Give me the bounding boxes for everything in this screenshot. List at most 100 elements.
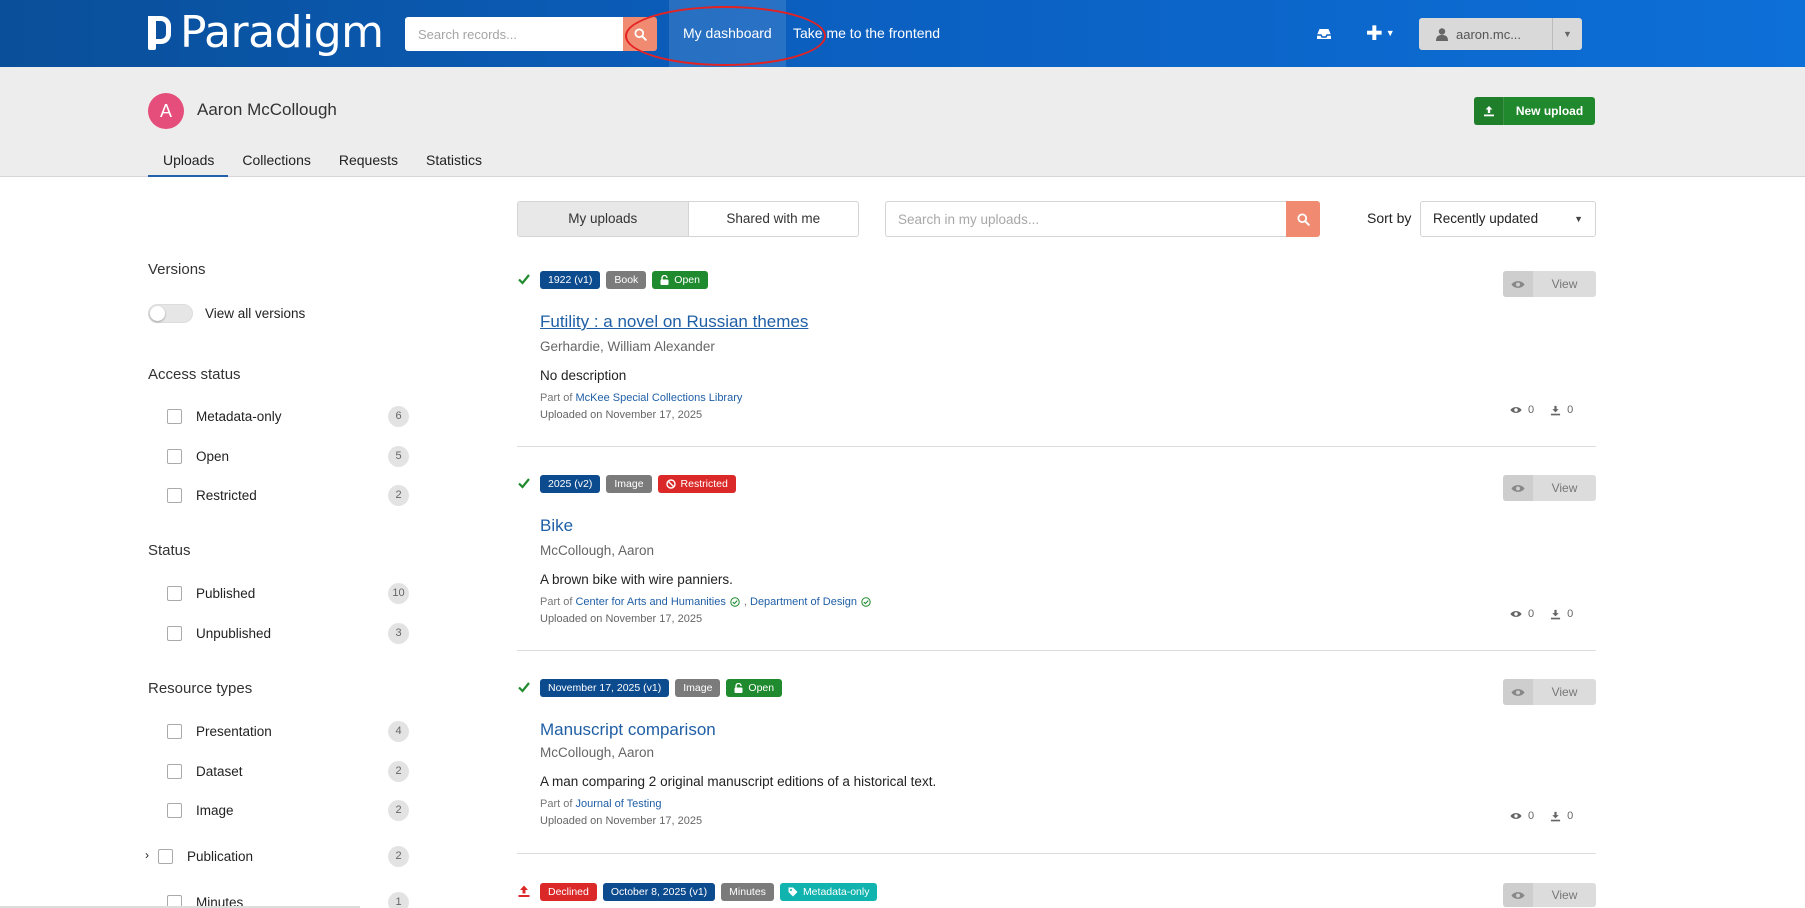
new-upload-button[interactable]: New upload	[1474, 97, 1595, 125]
view-button[interactable]: View	[1503, 475, 1596, 501]
facet-count: 5	[388, 445, 409, 467]
plus-icon: ✚	[1366, 22, 1383, 45]
eye-icon	[1510, 813, 1522, 819]
create-menu-button[interactable]: ✚ ▼	[1366, 20, 1395, 46]
access-label-text: Restricted	[680, 478, 728, 490]
nav-my-dashboard[interactable]: My dashboard	[669, 0, 786, 67]
resource-types-title: Resource types	[148, 680, 253, 697]
community-link[interactable]: McKee Special Collections Library	[575, 392, 742, 404]
checkbox[interactable]	[167, 408, 182, 424]
resource-type-label: Minutes	[721, 883, 774, 901]
chevron-right-icon[interactable]: ›	[145, 848, 149, 862]
brand-name: Paradigm	[180, 7, 384, 58]
facet-type-dataset[interactable]: Dataset 2	[167, 760, 409, 782]
download-icon	[1551, 405, 1561, 415]
eye-icon	[1510, 611, 1522, 617]
inbox-button[interactable]	[1312, 22, 1336, 46]
record-labels: November 17, 2025 (v1) Image Open	[540, 679, 783, 697]
checkbox[interactable]	[167, 487, 182, 503]
search-icon	[633, 27, 647, 41]
status-title: Status	[148, 542, 191, 559]
unlock-icon	[660, 275, 669, 285]
tab-requests[interactable]: Requests	[325, 149, 412, 177]
checkbox[interactable]	[167, 585, 182, 601]
checkmark-icon	[518, 478, 530, 489]
my-uploads-button[interactable]: My uploads	[518, 202, 689, 236]
view-count: 0	[1528, 810, 1535, 822]
checkbox[interactable]	[167, 448, 182, 464]
global-search-button[interactable]	[623, 17, 657, 51]
view-all-versions-toggle[interactable]	[148, 304, 193, 323]
part-of-prefix: Part of	[540, 392, 573, 404]
record-labels: Declined October 8, 2025 (v1) Minutes Me…	[540, 883, 878, 901]
facet-access-open[interactable]: Open 5	[167, 445, 409, 467]
uploads-search-input[interactable]	[885, 201, 1286, 237]
record-title[interactable]: Futility : a novel on Russian themes	[540, 312, 808, 332]
download-count: 0	[1567, 608, 1574, 620]
community-link[interactable]: Center for Arts and Humanities	[575, 596, 725, 608]
facet-status-published[interactable]: Published 10	[167, 582, 409, 604]
facet-type-publication[interactable]: Publication 2	[158, 845, 409, 867]
profile-name: Aaron McCollough	[197, 100, 337, 119]
global-search-input[interactable]	[405, 17, 623, 51]
record-upload-date: Uploaded on November 17, 2025	[540, 409, 703, 421]
uploads-scope-toggle: My uploads Shared with me	[517, 201, 859, 237]
unlock-icon	[734, 683, 743, 693]
uploads-search-button[interactable]	[1286, 201, 1320, 237]
facet-count: 2	[388, 484, 409, 506]
checkbox[interactable]	[167, 802, 182, 818]
new-upload-label: New upload	[1515, 104, 1584, 118]
checkbox[interactable]	[167, 723, 182, 739]
record-author: McCollough, Aaron	[540, 543, 655, 558]
upload-record: Declined October 8, 2025 (v1) Minutes Me…	[517, 882, 1596, 908]
chevron-down-icon: ▼	[1385, 28, 1395, 38]
user-menu-name[interactable]: aaron.mc...	[1419, 27, 1552, 42]
facet-count: 10	[388, 582, 409, 604]
view-button[interactable]: View	[1503, 883, 1596, 907]
tab-statistics[interactable]: Statistics	[412, 149, 496, 177]
community-link[interactable]: Department of Design	[750, 596, 857, 608]
record-title[interactable]: Manuscript comparison	[540, 720, 716, 740]
view-count: 0	[1528, 608, 1535, 620]
user-icon	[1436, 27, 1448, 41]
facet-type-image[interactable]: Image 2	[167, 799, 409, 821]
view-button[interactable]: View	[1503, 271, 1596, 297]
tab-uploads[interactable]: Uploads	[148, 149, 229, 177]
tab-collections[interactable]: Collections	[228, 149, 324, 177]
record-stats: 0 0	[1510, 608, 1589, 620]
chevron-down-icon: ▼	[1574, 214, 1583, 224]
record-title[interactable]: Bike	[540, 516, 573, 536]
view-button[interactable]: View	[1503, 679, 1596, 705]
version-label: November 17, 2025 (v1)	[540, 679, 670, 697]
eye-icon	[1503, 679, 1533, 705]
checkbox[interactable]	[167, 763, 182, 779]
user-menu[interactable]: aaron.mc... ▼	[1419, 18, 1582, 50]
global-search	[405, 17, 657, 51]
view-label: View	[1551, 888, 1578, 902]
shared-with-me-button[interactable]: Shared with me	[689, 202, 859, 236]
record-part-of: Part of Center for Arts and Humanities ,…	[540, 596, 875, 608]
record-labels: 1922 (v1) Book Open	[540, 271, 708, 289]
facet-access-restricted[interactable]: Restricted 2	[167, 484, 409, 506]
profile-header: A Aaron McCollough New upload Uploads Co…	[0, 67, 1805, 177]
facet-status-unpublished[interactable]: Unpublished 3	[167, 622, 409, 644]
upload-icon	[1474, 97, 1504, 125]
checkmark-icon	[518, 274, 530, 285]
record-description: A brown bike with wire panniers.	[540, 572, 733, 587]
record-stats: 0 0	[1510, 404, 1589, 416]
sort-select[interactable]: Recently updated ▼	[1420, 201, 1596, 237]
checkbox[interactable]	[167, 625, 182, 641]
resource-type-label: Book	[606, 271, 647, 289]
facet-access-metadata-only[interactable]: Metadata-only 6	[167, 405, 409, 427]
facet-type-presentation[interactable]: Presentation 4	[167, 720, 409, 742]
review-status-label: Declined	[540, 883, 597, 901]
tag-icon	[788, 887, 798, 897]
journal-link[interactable]: Journal of Testing	[575, 798, 661, 810]
checkbox[interactable]	[158, 848, 173, 864]
nav-frontend[interactable]: Take me to the frontend	[779, 0, 954, 67]
access-label: Open	[652, 271, 708, 289]
user-menu-dropdown[interactable]: ▼	[1552, 18, 1582, 50]
brand-logo[interactable]: Paradigm	[148, 10, 384, 56]
record-upload-date: Uploaded on November 17, 2025	[540, 815, 703, 827]
download-icon	[1551, 609, 1561, 619]
